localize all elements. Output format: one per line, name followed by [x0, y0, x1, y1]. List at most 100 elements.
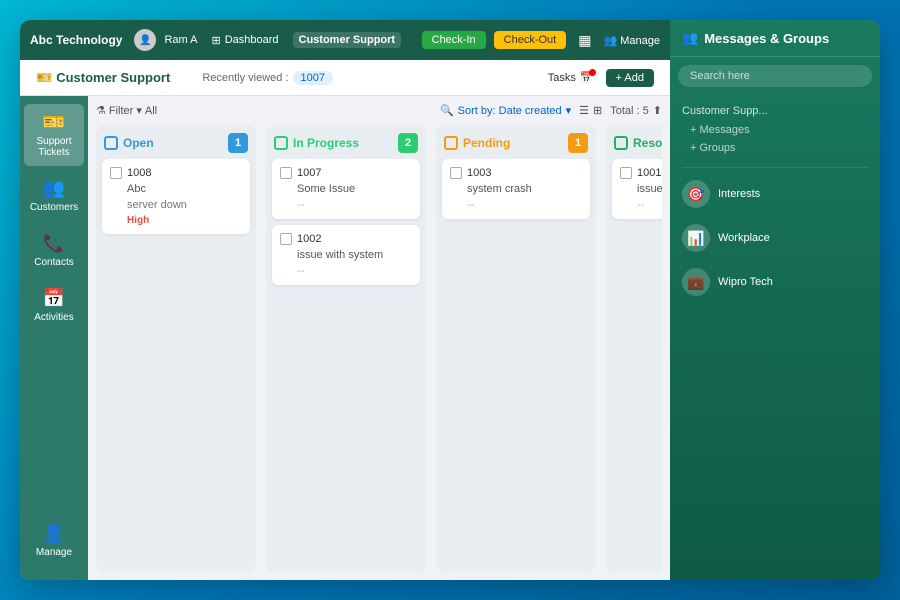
sub-nav: 🎫 Customer Support Recently viewed : 100…: [20, 60, 670, 96]
table-row[interactable]: 1008 Abc server down High: [102, 159, 250, 234]
sidebar: 🎫 Support Tickets 👥 Customers 📞 Contacts…: [20, 96, 88, 580]
recently-viewed: Recently viewed : 1007: [202, 71, 333, 85]
col-title-inprogress: In Progress: [293, 136, 393, 150]
main-board: ⚗ Filter ▾ All 🔍 Sort by: Date created ▾…: [88, 96, 670, 580]
tasks-button[interactable]: Tasks 📅: [548, 71, 594, 84]
col-body-pending: 1003 system crash --: [436, 159, 596, 572]
col-header-resolved: Resolved 1: [606, 125, 662, 159]
search-placeholder: Search here: [690, 70, 750, 82]
board-toolbar: ⚗ Filter ▾ All 🔍 Sort by: Date created ▾…: [96, 104, 662, 117]
wipro-tech-icon: 💼: [682, 268, 710, 296]
ticket-id-row: 1003: [450, 167, 582, 179]
col-count-open: 1: [228, 133, 248, 153]
filter-label: Filter: [109, 105, 133, 117]
ticket-checkbox[interactable]: [110, 167, 122, 179]
content-area: 🎫 Support Tickets 👥 Customers 📞 Contacts…: [20, 96, 670, 580]
table-row[interactable]: 1003 system crash --: [442, 159, 590, 219]
messages-header: 👥 Messages & Groups: [670, 20, 880, 57]
sidebar-item-manage[interactable]: 👤 Manage: [24, 515, 84, 566]
page-title: 🎫 Customer Support: [36, 70, 170, 86]
nav-dashboard[interactable]: ⊞ Dashboard: [205, 32, 284, 49]
grid-view-icon[interactable]: ⊞: [593, 104, 602, 117]
ticket-checkbox[interactable]: [620, 167, 632, 179]
sidebar-item-interests[interactable]: 🎯 Interests: [670, 172, 880, 216]
kanban-col-open: Open 1 1008 Abc server down: [96, 125, 256, 572]
ticket-name: Abc: [110, 183, 242, 195]
col-checkbox-open[interactable]: [104, 136, 118, 150]
col-body-inprogress: 1007 Some Issue -- 1002 issue with: [266, 159, 426, 572]
ticket-checkbox[interactable]: [450, 167, 462, 179]
sort-chevron-icon: ▾: [566, 104, 572, 117]
sidebar-item-contacts[interactable]: 📞 Contacts: [24, 225, 84, 276]
ticket-name: system crash: [450, 183, 582, 195]
col-header-inprogress: In Progress 2: [266, 125, 426, 159]
table-row[interactable]: 1007 Some Issue --: [272, 159, 420, 219]
filter-button[interactable]: ⚗ Filter ▾ All: [96, 104, 157, 117]
checkin-button[interactable]: Check-In: [422, 31, 486, 49]
kanban-col-resolved: Resolved 1 1001 issue with server --: [606, 125, 662, 572]
ticket-id: 1001: [637, 167, 661, 179]
view-toggle: ☰ ⊞: [579, 104, 602, 117]
kanban-col-pending: Pending 1 1003 system crash --: [436, 125, 596, 572]
sidebar-item-customers[interactable]: 👥 Customers: [24, 170, 84, 221]
tasks-notification-dot: [589, 69, 596, 76]
ticket-checkbox[interactable]: [280, 233, 292, 245]
main-container: Abc Technology 👤 Ram A ⊞ Dashboard Custo…: [20, 20, 880, 580]
dashboard-icon: ⊞: [211, 34, 220, 47]
search-icon: 🔍: [440, 104, 454, 117]
top-nav: Abc Technology 👤 Ram A ⊞ Dashboard Custo…: [20, 20, 670, 60]
recently-viewed-badge[interactable]: 1007: [293, 71, 333, 85]
col-header-pending: Pending 1: [436, 125, 596, 159]
col-count-inprogress: 2: [398, 133, 418, 153]
total-badge: Total : 5 ⬆: [610, 104, 662, 117]
ticket-dashes: --: [280, 199, 412, 211]
ticket-id: 1008: [127, 167, 151, 179]
messages-search[interactable]: Search here: [678, 65, 872, 87]
nav-icon-box[interactable]: ▦: [574, 32, 595, 49]
sort-dropdown[interactable]: 🔍 Sort by: Date created ▾: [440, 104, 571, 117]
add-button[interactable]: + Add: [606, 69, 654, 87]
ticket-id-row: 1001: [620, 167, 662, 179]
tickets-icon: 🎫: [43, 112, 65, 133]
col-body-open: 1008 Abc server down High: [96, 159, 256, 572]
groups-link[interactable]: + Groups: [682, 139, 868, 157]
table-row[interactable]: 1002 issue with system --: [272, 225, 420, 285]
ticket-name: issue with system: [280, 249, 412, 261]
messages-divider: [682, 167, 868, 168]
sidebar-item-wipro-tech[interactable]: 💼 Wipro Tech: [670, 260, 880, 304]
ticket-dashes: --: [450, 199, 582, 211]
avatar: 👤: [134, 29, 156, 51]
ticket-name: issue with server: [620, 183, 662, 195]
list-view-icon[interactable]: ☰: [579, 104, 589, 117]
sidebar-item-workplace[interactable]: 📊 Workplace: [670, 216, 880, 260]
checkout-button[interactable]: Check-Out: [494, 31, 567, 49]
col-count-pending: 1: [568, 133, 588, 153]
col-checkbox-pending[interactable]: [444, 136, 458, 150]
ticket-dashes: --: [280, 265, 412, 277]
messages-panel: 👥 Messages & Groups Search here Customer…: [670, 20, 880, 580]
nav-customer-support[interactable]: Customer Support: [293, 32, 402, 48]
col-header-open: Open 1: [96, 125, 256, 159]
filter-icon: ⚗: [96, 104, 106, 117]
activities-icon: 📅: [43, 288, 65, 309]
messages-section-customer: Customer Supp... + Messages + Groups: [670, 95, 880, 163]
messages-link[interactable]: + Messages: [682, 121, 868, 139]
priority-badge: High: [110, 215, 242, 226]
messages-icon: 👥: [682, 30, 698, 46]
ticket-name: Some Issue: [280, 183, 412, 195]
col-title-open: Open: [123, 136, 223, 150]
messages-section-title[interactable]: Customer Supp...: [682, 101, 868, 121]
col-checkbox-inprogress[interactable]: [274, 136, 288, 150]
interests-icon: 🎯: [682, 180, 710, 208]
nav-manage[interactable]: 👥 Manage: [603, 34, 660, 47]
col-checkbox-resolved[interactable]: [614, 136, 628, 150]
filter-arrow-icon: ▾: [136, 104, 142, 117]
sidebar-item-support-tickets[interactable]: 🎫 Support Tickets: [24, 104, 84, 166]
table-row[interactable]: 1001 issue with server --: [612, 159, 662, 219]
col-title-resolved: Resolved: [633, 136, 662, 150]
export-icon[interactable]: ⬆: [653, 104, 662, 117]
sidebar-item-activities[interactable]: 📅 Activities: [24, 280, 84, 331]
ticket-checkbox[interactable]: [280, 167, 292, 179]
ticket-id-row: 1007: [280, 167, 412, 179]
user-name[interactable]: Ram A: [164, 34, 197, 46]
